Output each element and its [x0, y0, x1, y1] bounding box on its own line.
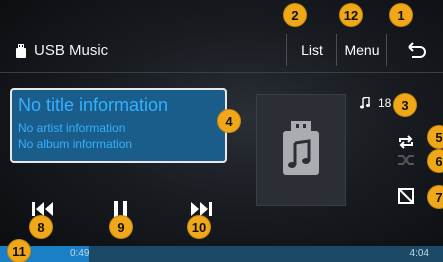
callout-1: 1 [390, 4, 412, 26]
callout-8: 8 [30, 216, 52, 238]
album-art [256, 94, 346, 206]
back-button[interactable] [386, 34, 443, 66]
total-time: 4:04 [409, 248, 429, 259]
source-title: USB Music [16, 42, 108, 59]
callout-6: 6 [428, 150, 443, 172]
repeat-button[interactable] [392, 132, 420, 152]
list-button-label: List [301, 42, 323, 58]
callout-2: 2 [284, 4, 306, 26]
copy-button[interactable] [392, 186, 420, 206]
callout-11: 11 [8, 240, 30, 262]
current-time: 0:49 [70, 248, 90, 259]
source-label: USB Music [34, 42, 109, 59]
media-screen: USB Music List Menu 18 No title informat… [0, 0, 443, 262]
repeat-icon [399, 135, 413, 149]
callout-4: 4 [218, 110, 240, 132]
song-album: No album information [18, 137, 133, 151]
menu-button-label: Menu [344, 42, 380, 58]
shuffle-icon [398, 155, 414, 165]
song-artist: No artist information [18, 121, 126, 135]
music-note-icon [360, 97, 370, 109]
list-button[interactable]: List [286, 34, 337, 66]
back-icon [407, 42, 426, 58]
progress-bar[interactable]: 0:49 4:04 [0, 246, 443, 262]
callout-9: 9 [110, 216, 132, 238]
callout-3: 3 [394, 94, 416, 116]
song-title: No title information [18, 95, 169, 115]
callout-5: 5 [428, 126, 443, 148]
song-info-box[interactable]: No title information No artist informati… [10, 88, 227, 163]
usb-icon [16, 43, 26, 58]
menu-button[interactable]: Menu [336, 34, 387, 66]
callout-7: 7 [428, 186, 443, 208]
track-number-value: 18 [378, 96, 392, 110]
shuffle-button[interactable] [392, 150, 420, 170]
callout-10: 10 [188, 216, 210, 238]
album-art-icon [283, 121, 319, 175]
copy-icon [398, 188, 414, 204]
callout-12: 12 [340, 4, 362, 26]
track-number: 18 [360, 96, 391, 110]
